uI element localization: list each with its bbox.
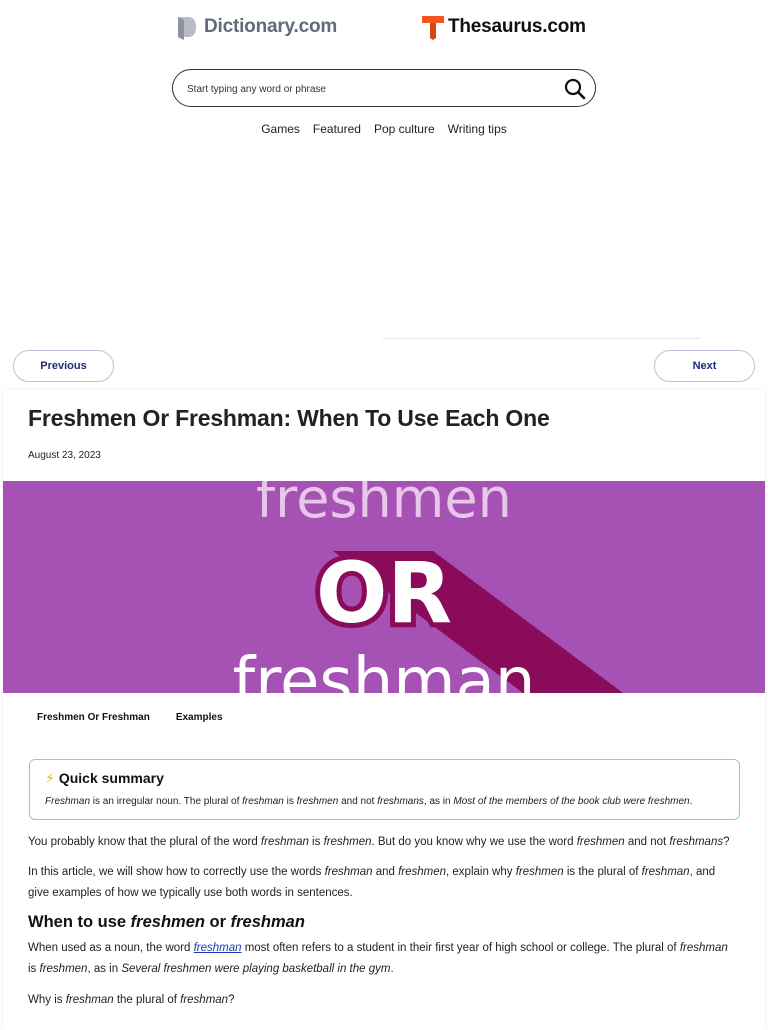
article-title: Freshmen Or Freshman: When To Use Each O… bbox=[28, 405, 550, 431]
thesaurus-brand-text: Thesaurus.com bbox=[448, 16, 586, 37]
thesaurus-logo[interactable]: Thesaurus.com bbox=[421, 14, 586, 40]
hero-word-bottom: freshman bbox=[233, 645, 536, 693]
intro-paragraph: You probably know that the plural of the… bbox=[28, 836, 730, 848]
hero-word-or: OR bbox=[316, 544, 452, 642]
quick-summary-text: Freshman is an irregular noun. The plura… bbox=[45, 796, 693, 807]
main-nav: Games Featured Pop culture Writing tips bbox=[0, 122, 768, 136]
nav-games[interactable]: Games bbox=[261, 122, 300, 136]
article-date: August 23, 2023 bbox=[28, 450, 101, 461]
quick-summary-box: ⚡ Quick summary Freshman is an irregular … bbox=[29, 759, 740, 820]
section-heading: When to use freshmen or freshman bbox=[28, 913, 305, 931]
quick-summary-title: ⚡ Quick summary bbox=[45, 770, 164, 787]
search-icon bbox=[564, 78, 586, 100]
dictionary-logo[interactable]: Dictionary.com bbox=[176, 14, 337, 40]
nav-featured[interactable]: Featured bbox=[313, 122, 361, 136]
dictionary-brand-text: Dictionary.com bbox=[204, 16, 338, 37]
dictionary-logo-icon bbox=[178, 17, 196, 40]
next-button[interactable]: Next bbox=[654, 350, 755, 382]
toc-item-examples[interactable]: Examples bbox=[176, 712, 223, 723]
search-input[interactable] bbox=[187, 79, 547, 99]
ad-divider bbox=[382, 338, 700, 339]
lightning-icon: ⚡ bbox=[45, 770, 55, 786]
nav-pop-culture[interactable]: Pop culture bbox=[374, 122, 435, 136]
toc-item-freshmen-or-freshman[interactable]: Freshmen Or Freshman bbox=[37, 712, 150, 723]
previous-button[interactable]: Previous bbox=[13, 350, 114, 382]
table-of-contents: Freshmen Or Freshman Examples bbox=[37, 712, 223, 723]
freshman-link[interactable]: freshman bbox=[194, 942, 242, 954]
quick-summary-label: Quick summary bbox=[58, 770, 164, 786]
hero-image: freshmen OR freshman bbox=[3, 481, 765, 693]
search-button[interactable] bbox=[563, 77, 587, 101]
nav-writing-tips[interactable]: Writing tips bbox=[448, 122, 507, 136]
definition-paragraph: When used as a noun, the word freshman m… bbox=[28, 942, 728, 975]
search-bar bbox=[172, 69, 596, 107]
thesaurus-logo-icon bbox=[422, 16, 444, 40]
hero-word-top: freshmen bbox=[256, 481, 512, 530]
top-header: Dictionary.com Thesaurus.com bbox=[0, 0, 768, 60]
question-paragraph: Why is freshman the plural of freshman? bbox=[28, 994, 235, 1006]
overview-paragraph: In this article, we will show how to cor… bbox=[28, 866, 716, 899]
